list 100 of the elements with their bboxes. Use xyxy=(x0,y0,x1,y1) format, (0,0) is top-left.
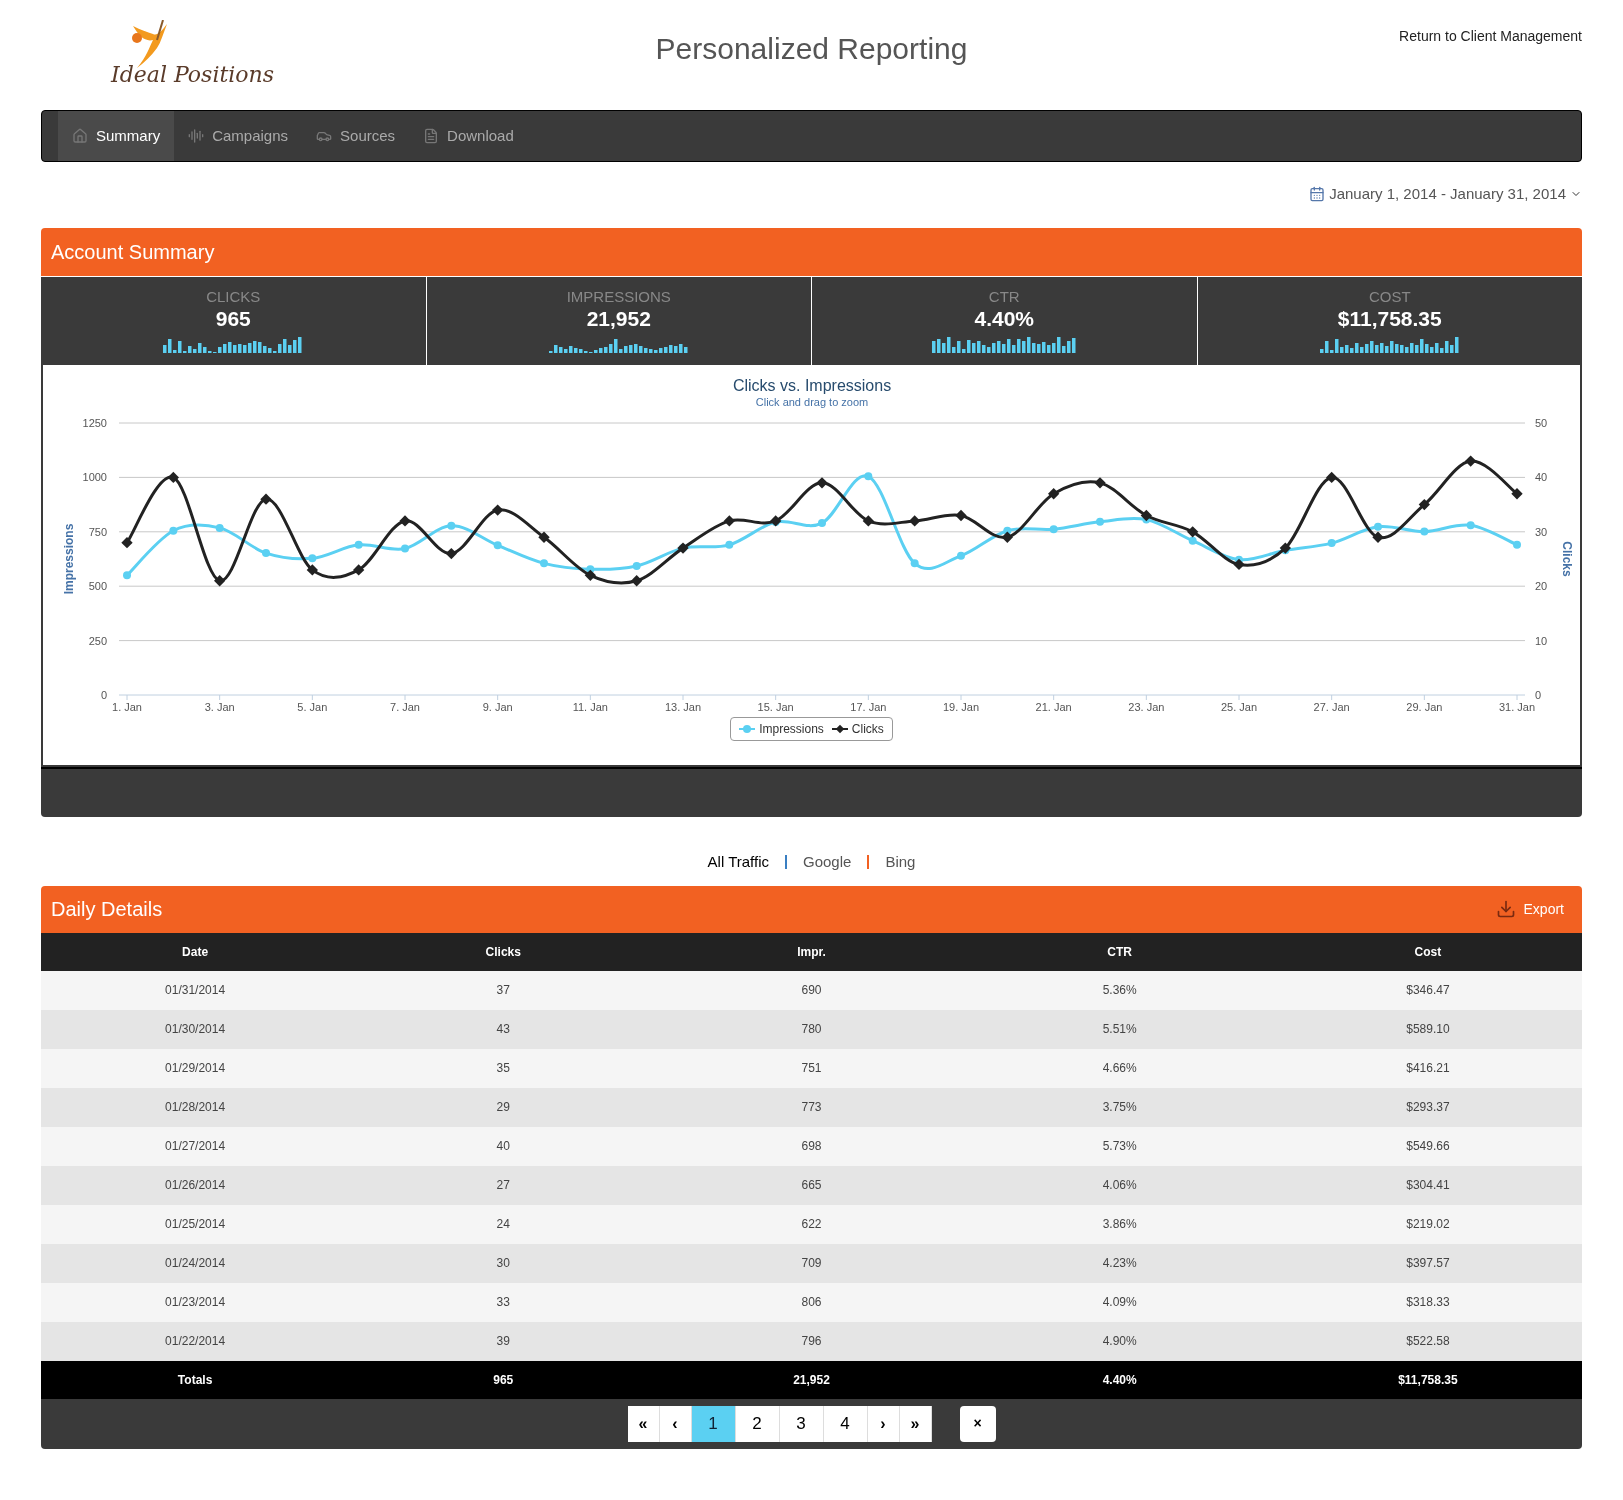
table-cell-text: 27 xyxy=(495,1177,511,1194)
nav-tab[interactable]: Sources xyxy=(302,111,410,161)
axis-tick-label: 13. Jan xyxy=(664,701,702,713)
table-cell-text: 35 xyxy=(495,1060,511,1077)
diamond-data-point xyxy=(1094,477,1106,489)
column-header: Clicks xyxy=(484,943,522,961)
diamond-data-point xyxy=(492,504,504,516)
axis-tick-label: 500 xyxy=(88,580,107,593)
circle-data-point xyxy=(910,559,919,568)
table-cell-text: 43 xyxy=(495,1021,511,1038)
nav-tab[interactable]: Summary xyxy=(58,111,175,161)
circle-data-point xyxy=(1049,525,1058,534)
table-cell-text: 01/22/2014 xyxy=(164,1333,227,1350)
table-cell-text: 4.09% xyxy=(1101,1294,1138,1311)
diamond-data-point xyxy=(816,477,828,489)
traffic-filter-link[interactable]: All Traffic xyxy=(707,851,769,874)
axis-tick-label: 23. Jan xyxy=(1128,701,1165,713)
diamond-data-point xyxy=(214,575,226,587)
pagination-button[interactable]: « xyxy=(627,1405,660,1442)
circle-data-point xyxy=(864,472,873,481)
stat-value: 21,952 xyxy=(586,306,651,332)
totals-cell-text: 965 xyxy=(492,1371,515,1389)
axis-tick-label: 0 xyxy=(100,689,107,701)
table-cell-text: 01/27/2014 xyxy=(164,1138,227,1155)
axis-tick-label: 27. Jan xyxy=(1313,701,1350,713)
circle-data-point xyxy=(540,559,548,568)
table-cell-text: 780 xyxy=(800,1021,823,1038)
diamond-data-point xyxy=(1465,455,1477,467)
diamond-data-point xyxy=(631,575,643,587)
nav-tab[interactable]: Download xyxy=(409,111,528,161)
stat-value: $11,758.35 xyxy=(1337,306,1442,332)
axis-tick-label: 19. Jan xyxy=(942,701,980,713)
circle-data-point xyxy=(262,549,270,558)
diamond-data-point xyxy=(677,542,689,554)
panel-title: Account Summary xyxy=(51,240,215,265)
traffic-filter-link[interactable]: Bing xyxy=(885,851,916,874)
table-cell-text: 39 xyxy=(495,1333,511,1350)
table-cell-text: 796 xyxy=(800,1333,823,1350)
table-cell-text: 01/23/2014 xyxy=(164,1294,227,1311)
diamond-data-point xyxy=(1048,488,1060,500)
legend-circle-marker-icon xyxy=(739,724,756,734)
axis-tick-label: 1250 xyxy=(82,417,107,429)
clear-button[interactable]: × xyxy=(959,1405,996,1442)
circle-data-point xyxy=(1327,539,1336,548)
diamond-data-point xyxy=(1187,526,1199,538)
legend-diamond-marker-icon xyxy=(831,724,848,734)
table-cell-text: 3.86% xyxy=(1101,1216,1138,1233)
download-icon xyxy=(1495,899,1516,919)
circle-data-point xyxy=(632,561,641,570)
diamond-data-point xyxy=(723,515,735,527)
circle-data-point xyxy=(957,551,965,560)
table-cell-text: 01/30/2014 xyxy=(164,1021,227,1038)
table-cell-text: 4.66% xyxy=(1101,1060,1138,1077)
axis-tick-label: 750 xyxy=(88,525,107,538)
axis-tick-label: 5. Jan xyxy=(297,701,328,713)
axis-tick-label: 15. Jan xyxy=(757,701,794,713)
legend-label[interactable]: Clicks xyxy=(851,720,884,738)
diamond-data-point xyxy=(121,537,133,549)
axis-tick-label: 30 xyxy=(1535,525,1548,538)
diamond-data-point xyxy=(1418,498,1430,511)
date-range-picker[interactable]: January 1, 2014 - January 31, 2014 xyxy=(1309,182,1582,206)
diamond-data-point xyxy=(862,515,874,527)
circle-data-point xyxy=(401,544,409,553)
table-cell-text: 709 xyxy=(800,1255,823,1272)
diamond-data-point xyxy=(909,515,921,527)
table-cell-text: 622 xyxy=(800,1216,823,1233)
table-cell-text: 33 xyxy=(495,1294,511,1311)
axis-tick-label: 17. Jan xyxy=(850,701,887,713)
table-cell-text: 01/28/2014 xyxy=(164,1099,227,1116)
pagination-button[interactable]: 1 xyxy=(691,1405,736,1442)
totals-cell-text: 4.40% xyxy=(1101,1371,1138,1389)
table-cell-text: 4.90% xyxy=(1101,1333,1138,1350)
diamond-data-point xyxy=(260,493,272,505)
circle-data-point xyxy=(169,526,178,535)
table-cell-text: 01/25/2014 xyxy=(164,1216,227,1233)
nav-tab[interactable]: Campaigns xyxy=(174,111,303,161)
table-cell-text: 01/26/2014 xyxy=(164,1177,227,1194)
axis-tick-label: 3. Jan xyxy=(204,701,235,713)
return-link[interactable]: Return to Client Management xyxy=(1312,26,1582,47)
table-cell-text: 806 xyxy=(800,1294,823,1311)
table-cell-text: $318.33 xyxy=(1405,1294,1451,1311)
panel-title: Daily Details xyxy=(51,897,163,922)
axis-tick-label: 21. Jan xyxy=(1035,701,1072,713)
traffic-filter-link[interactable]: Google xyxy=(803,851,852,874)
column-header: Date xyxy=(181,943,210,961)
stat-label: COST xyxy=(1368,289,1411,305)
circle-data-point xyxy=(1513,540,1521,549)
circle-data-point xyxy=(725,540,734,549)
diamond-data-point xyxy=(1511,488,1523,500)
legend-label[interactable]: Impressions xyxy=(759,720,824,738)
totals-cell-text: $11,758.35 xyxy=(1397,1371,1459,1389)
circle-data-point xyxy=(308,554,317,563)
axis-tick-label: 7. Jan xyxy=(390,701,420,713)
table-cell-text: 5.36% xyxy=(1101,982,1138,999)
table-cell-text: $346.47 xyxy=(1405,982,1451,999)
column-header: CTR xyxy=(1106,943,1134,961)
stat-label: CLICKS xyxy=(206,289,261,305)
circle-data-point xyxy=(818,519,826,528)
totals-cell-text: 21,952 xyxy=(792,1371,831,1389)
table-cell-text: $304.41 xyxy=(1405,1177,1451,1194)
